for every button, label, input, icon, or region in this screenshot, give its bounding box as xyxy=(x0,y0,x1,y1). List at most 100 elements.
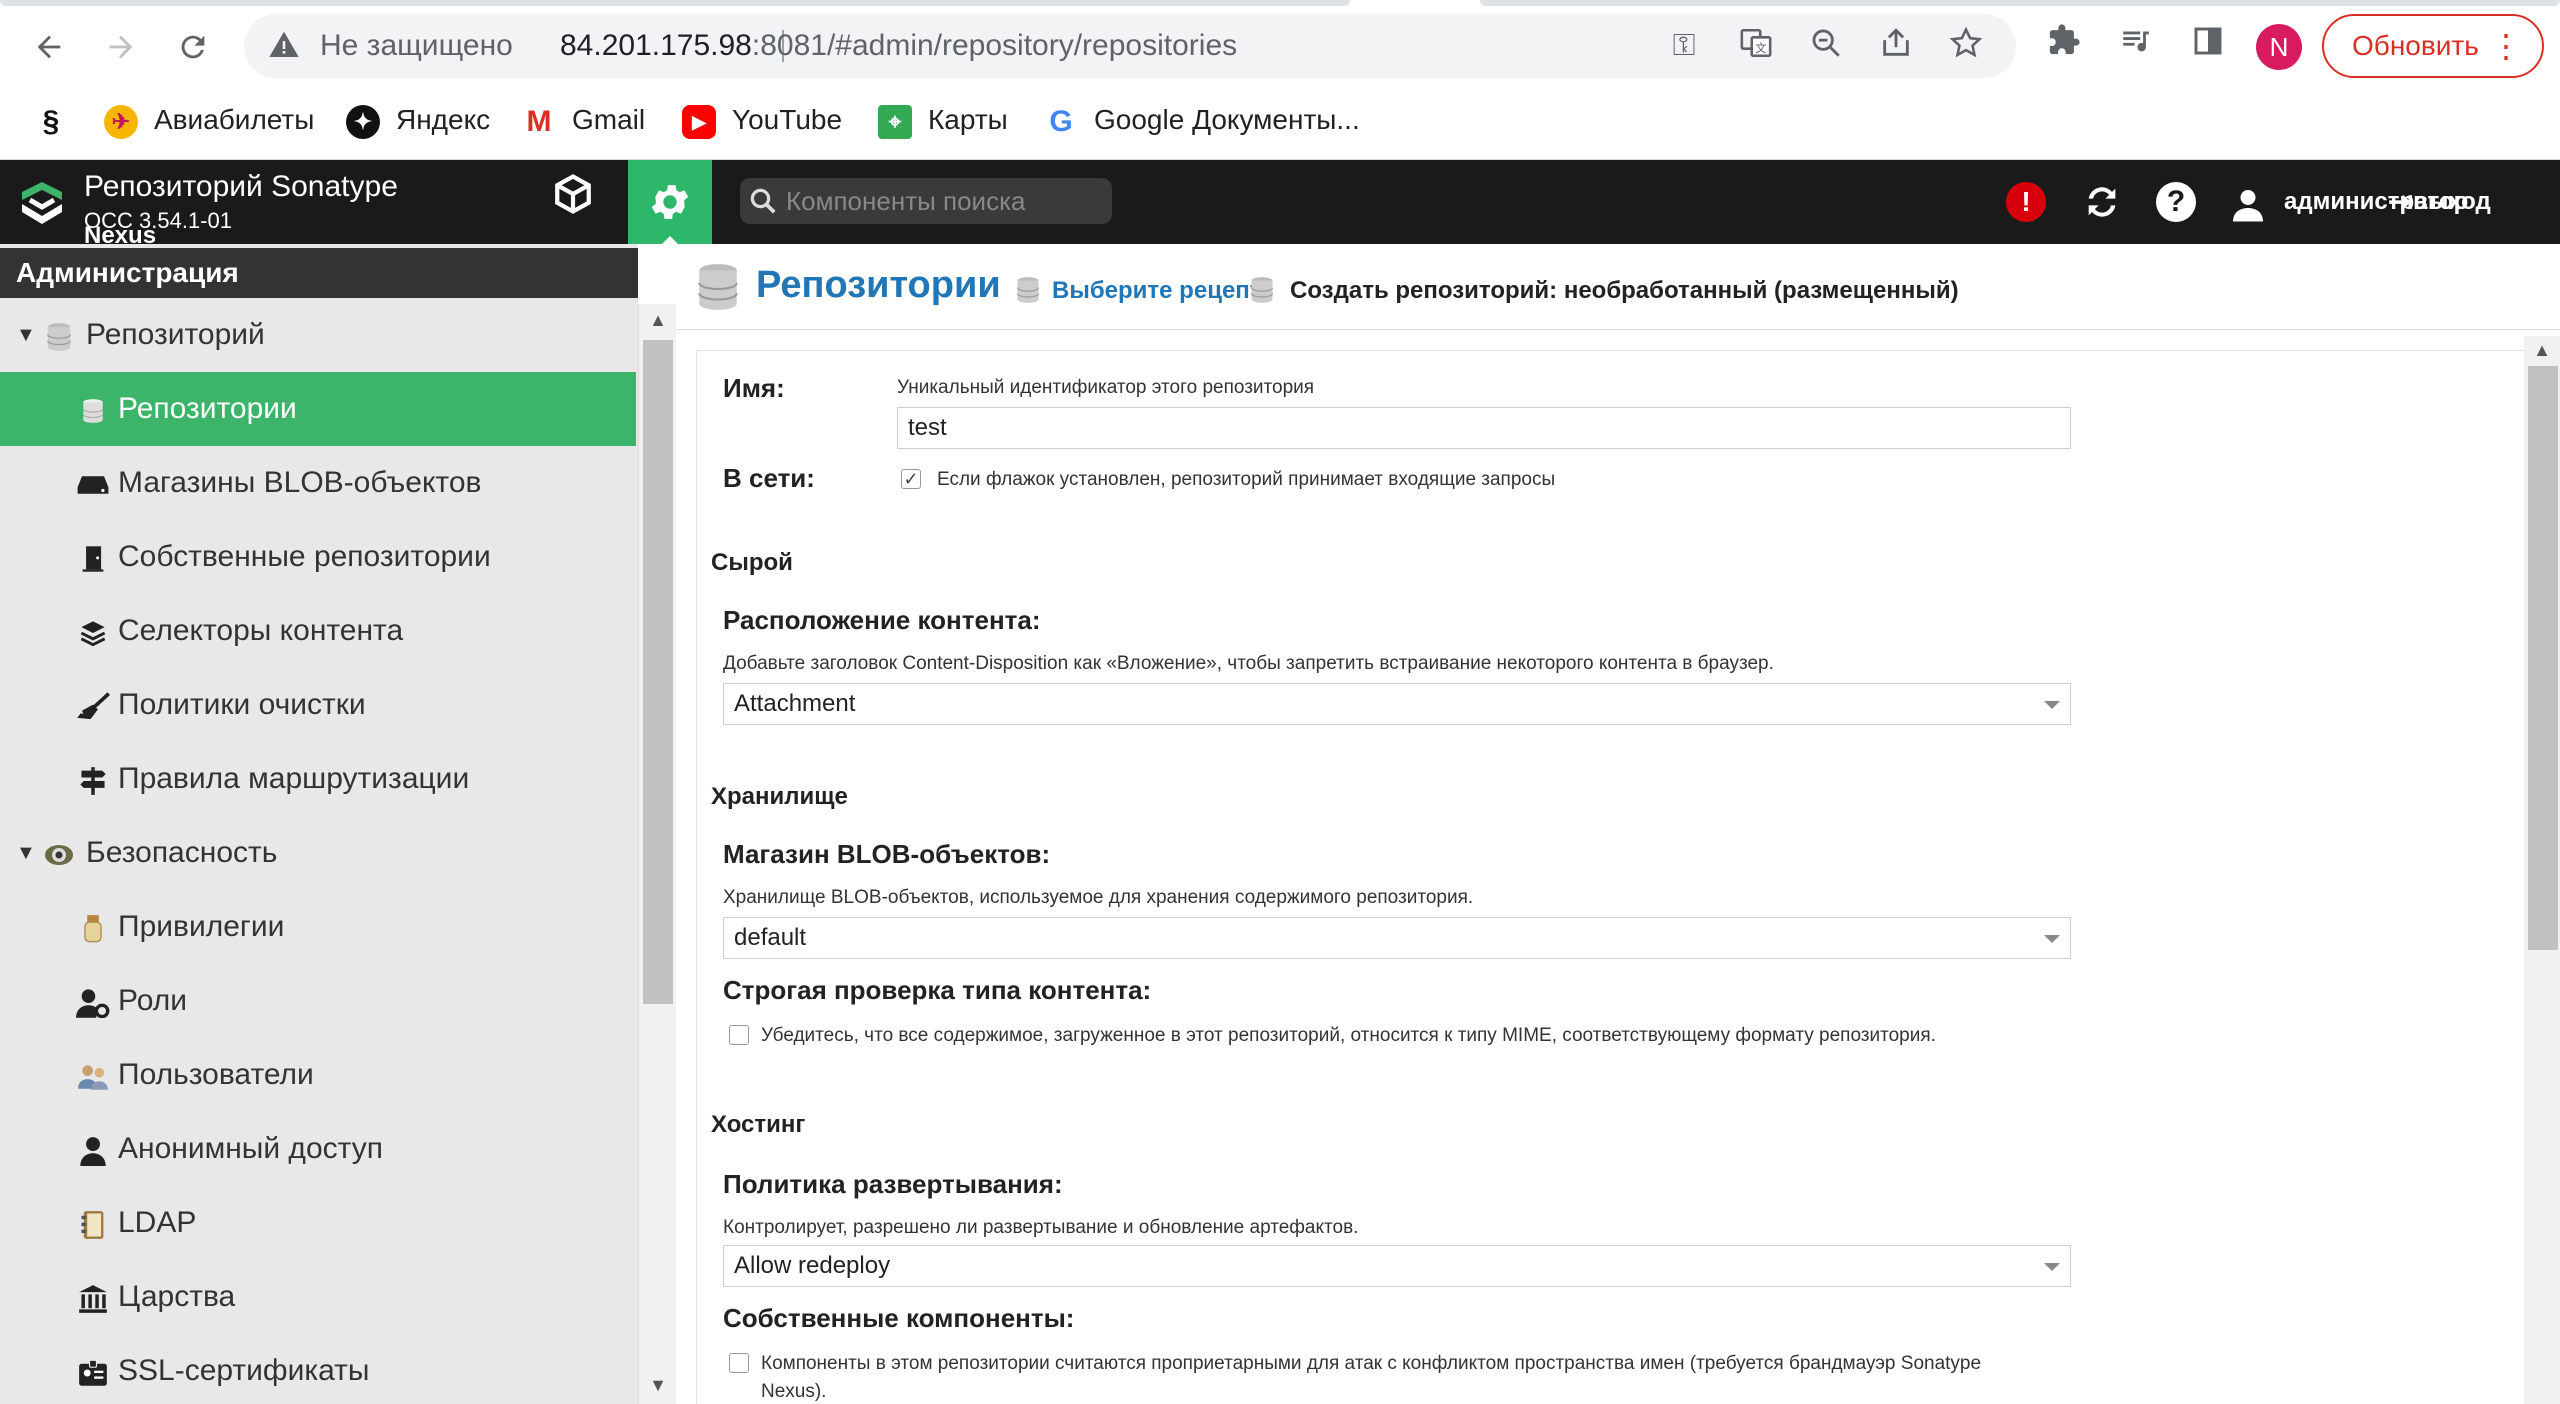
sberbank-icon: § xyxy=(42,104,60,138)
door-icon xyxy=(76,520,110,594)
sidebar-item-cleanup-policies[interactable]: Политики очистки xyxy=(0,668,636,742)
proprietary-components-checkbox[interactable] xyxy=(729,1353,749,1373)
media-queue-icon[interactable] xyxy=(2108,18,2164,74)
deployment-policy-select[interactable]: Allow redeploy xyxy=(723,1245,2071,1287)
user-gear-icon xyxy=(76,964,110,1038)
url-text[interactable]: 84.201.175.98:8081/#admin/repository/rep… xyxy=(560,14,1237,78)
caret-down-icon[interactable]: ▼ xyxy=(16,298,36,372)
name-input[interactable]: test xyxy=(897,407,2071,449)
database-icon xyxy=(76,372,110,446)
scrollbar-thumb[interactable] xyxy=(2528,366,2558,950)
gmail-icon: M xyxy=(522,104,556,139)
bookmark-star-icon[interactable] xyxy=(1946,26,1986,66)
blob-store-select[interactable]: default xyxy=(723,917,2071,959)
key-icon[interactable]: ⚿ xyxy=(1664,26,1704,66)
sidebar-item-proprietary-repositories[interactable]: Собственные репозитории xyxy=(0,520,636,594)
nav-group-repository[interactable]: ▼ Репозиторий xyxy=(0,298,636,372)
bookmark-label: Gmail xyxy=(572,104,646,135)
search-input[interactable] xyxy=(786,178,1102,224)
sidebar-item-label: Анонимный доступ xyxy=(118,1132,383,1165)
caret-down-icon[interactable]: ▼ xyxy=(16,816,36,890)
bookmarks-bar: § ✈ Авиабилеты ✦ Яндекс M Gmail ▶ YouTube ⌖ К… xyxy=(0,92,2560,148)
proprietary-components-help: Компоненты в этом репозитории считаются … xyxy=(761,1353,1982,1374)
realm-building-icon xyxy=(76,1260,110,1334)
sidebar-item-users[interactable]: Пользователи xyxy=(0,1038,636,1112)
content-disposition-select[interactable]: Attachment xyxy=(723,683,2071,725)
signout-icon: ⇥ xyxy=(2388,185,2414,219)
bookmark-sber[interactable]: § xyxy=(34,92,84,148)
content-disposition-value: Attachment xyxy=(734,690,856,717)
sidebar-item-label: Собственные репозитории xyxy=(118,540,491,573)
online-checkbox[interactable]: ✓ xyxy=(901,469,921,489)
sidebar-item-content-selectors[interactable]: Селекторы контента xyxy=(0,594,636,668)
sidebar-item-label: Правила маршрутизации xyxy=(118,762,470,795)
translate-icon[interactable]: 文 xyxy=(1736,26,1776,66)
zoom-out-icon[interactable] xyxy=(1806,26,1846,66)
bookmark-label: Карты xyxy=(928,104,1008,135)
sidebar-title: Администрация xyxy=(0,248,638,298)
help-icon[interactable]: ? xyxy=(2156,182,2196,222)
bookmark-gmail[interactable]: M Gmail xyxy=(522,92,645,148)
sidebar-item-routing-rules[interactable]: Правила маршрутизации xyxy=(0,742,636,816)
content-scrollbar[interactable]: ▲ xyxy=(2524,336,2560,1404)
side-panel-icon[interactable] xyxy=(2180,18,2236,74)
yandex-icon: ✦ xyxy=(346,104,380,139)
update-browser-button[interactable]: Обновить ⋮ xyxy=(2322,14,2544,78)
sidebar-item-privileges[interactable]: Привилегии xyxy=(0,890,636,964)
update-label: Обновить xyxy=(2352,30,2479,61)
browse-mode-button[interactable] xyxy=(542,160,604,244)
bookmark-google-docs[interactable]: G Google Документы... xyxy=(1044,92,1360,148)
profile-avatar[interactable]: N xyxy=(2256,24,2302,70)
sidebar-item-ssl-certificates[interactable]: SSL-сертификаты xyxy=(0,1334,636,1404)
scroll-down-arrow-icon[interactable]: ▼ xyxy=(639,1375,677,1396)
online-label: В сети: xyxy=(723,463,815,493)
page-title[interactable]: Репозитории xyxy=(756,264,1001,307)
security-status[interactable]: Не защищено xyxy=(320,14,513,78)
arrow-left-icon xyxy=(37,35,61,59)
address-bar[interactable]: Не защищено 84.201.175.98:8081/#admin/re… xyxy=(244,14,2016,78)
deployment-policy-help: Контролирует, разрешено ли развертывание… xyxy=(723,1217,1359,1238)
content-header: Репозитории Выберите рецепт Создать репо… xyxy=(676,244,2560,330)
scroll-up-arrow-icon[interactable]: ▲ xyxy=(2524,340,2560,361)
name-label: Имя: xyxy=(723,373,785,403)
nav-tree: ▼ Репозиторий Репозитории Магазины BLOB-… xyxy=(0,298,636,1404)
sidebar-item-label: LDAP xyxy=(118,1206,197,1239)
back-button[interactable] xyxy=(22,20,76,74)
scrollbar-thumb[interactable] xyxy=(643,340,673,1004)
chevron-down-icon xyxy=(2044,701,2060,709)
refresh-icon[interactable] xyxy=(2078,178,2126,226)
breadcrumb-select-recipe[interactable]: Выберите рецепт xyxy=(1052,277,1252,305)
bookmark-aviatickets[interactable]: ✈ Авиабилеты xyxy=(104,92,314,148)
bookmark-label: Авиабилеты xyxy=(154,104,315,135)
administration-mode-button[interactable] xyxy=(628,160,712,244)
sidebar-item-roles[interactable]: Роли xyxy=(0,964,636,1038)
sidebar-item-blob-stores[interactable]: Магазины BLOB-объектов xyxy=(0,446,636,520)
chevron-down-icon xyxy=(2044,1263,2060,1271)
sidebar-item-realms[interactable]: Царства xyxy=(0,1260,636,1334)
sidebar-item-label: Царства xyxy=(118,1280,236,1313)
extensions-puzzle-icon[interactable] xyxy=(2036,18,2092,74)
nav-group-security[interactable]: ▼ Безопасность xyxy=(0,816,636,890)
forward-button[interactable] xyxy=(94,20,148,74)
sidebar-item-anonymous-access[interactable]: Анонимный доступ xyxy=(0,1112,636,1186)
system-alert-icon[interactable]: ! xyxy=(2006,182,2046,222)
users-icon xyxy=(76,1038,110,1112)
component-search[interactable] xyxy=(740,178,1112,224)
bookmark-yandex[interactable]: ✦ Яндекс xyxy=(346,92,490,148)
reload-button[interactable] xyxy=(166,20,220,74)
bookmark-youtube[interactable]: ▶ YouTube xyxy=(682,92,842,148)
sidebar-item-repositories[interactable]: Репозитории xyxy=(0,372,636,446)
broom-icon xyxy=(76,668,111,742)
bookmark-maps[interactable]: ⌖ Карты xyxy=(878,92,1008,148)
strict-content-validation-help: Убедитесь, что все содержимое, загруженн… xyxy=(761,1025,1936,1046)
sidebar-item-ldap[interactable]: LDAP xyxy=(0,1186,636,1260)
share-icon[interactable] xyxy=(1876,26,1916,66)
medal-icon xyxy=(76,890,110,964)
signout-button[interactable]: ⇥выход xyxy=(2388,160,2491,244)
blob-store-label: Магазин BLOB-объектов: xyxy=(723,839,1051,869)
nexus-logo-icon[interactable] xyxy=(16,178,68,230)
strict-content-validation-checkbox[interactable] xyxy=(729,1025,749,1045)
sidebar-scrollbar[interactable]: ▲ ▼ xyxy=(638,304,676,1404)
sidebar-item-label: Привилегии xyxy=(118,910,285,943)
scroll-up-arrow-icon[interactable]: ▲ xyxy=(639,310,677,331)
